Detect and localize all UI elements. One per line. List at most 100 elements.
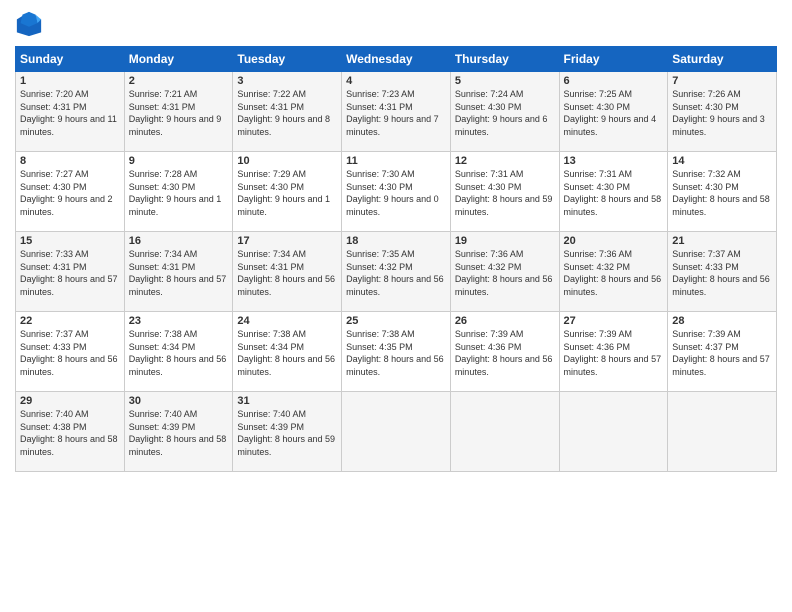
calendar-cell: 22Sunrise: 7:37 AMSunset: 4:33 PMDayligh… (16, 312, 125, 392)
day-info: Sunrise: 7:40 AMSunset: 4:39 PMDaylight:… (129, 408, 229, 458)
calendar-cell: 8Sunrise: 7:27 AMSunset: 4:30 PMDaylight… (16, 152, 125, 232)
calendar-cell: 31Sunrise: 7:40 AMSunset: 4:39 PMDayligh… (233, 392, 342, 472)
header-cell-sunday: Sunday (16, 47, 125, 72)
day-info: Sunrise: 7:32 AMSunset: 4:30 PMDaylight:… (672, 168, 772, 218)
day-number: 27 (564, 315, 664, 327)
day-number: 17 (237, 235, 337, 247)
day-info: Sunrise: 7:31 AMSunset: 4:30 PMDaylight:… (564, 168, 664, 218)
day-info: Sunrise: 7:36 AMSunset: 4:32 PMDaylight:… (455, 248, 555, 298)
calendar-cell: 15Sunrise: 7:33 AMSunset: 4:31 PMDayligh… (16, 232, 125, 312)
day-info: Sunrise: 7:22 AMSunset: 4:31 PMDaylight:… (237, 88, 337, 138)
day-info: Sunrise: 7:37 AMSunset: 4:33 PMDaylight:… (672, 248, 772, 298)
calendar-cell: 19Sunrise: 7:36 AMSunset: 4:32 PMDayligh… (450, 232, 559, 312)
logo-icon (15, 10, 43, 38)
day-number: 19 (455, 235, 555, 247)
header-cell-wednesday: Wednesday (342, 47, 451, 72)
day-info: Sunrise: 7:30 AMSunset: 4:30 PMDaylight:… (346, 168, 446, 218)
calendar-cell: 16Sunrise: 7:34 AMSunset: 4:31 PMDayligh… (124, 232, 233, 312)
day-info: Sunrise: 7:36 AMSunset: 4:32 PMDaylight:… (564, 248, 664, 298)
calendar-cell: 7Sunrise: 7:26 AMSunset: 4:30 PMDaylight… (668, 72, 777, 152)
calendar-cell (450, 392, 559, 472)
day-number: 14 (672, 155, 772, 167)
day-info: Sunrise: 7:29 AMSunset: 4:30 PMDaylight:… (237, 168, 337, 218)
calendar-cell: 24Sunrise: 7:38 AMSunset: 4:34 PMDayligh… (233, 312, 342, 392)
day-number: 15 (20, 235, 120, 247)
header (15, 10, 777, 38)
day-info: Sunrise: 7:35 AMSunset: 4:32 PMDaylight:… (346, 248, 446, 298)
calendar-cell: 21Sunrise: 7:37 AMSunset: 4:33 PMDayligh… (668, 232, 777, 312)
day-number: 7 (672, 75, 772, 87)
day-number: 2 (129, 75, 229, 87)
day-number: 11 (346, 155, 446, 167)
day-info: Sunrise: 7:27 AMSunset: 4:30 PMDaylight:… (20, 168, 120, 218)
day-info: Sunrise: 7:33 AMSunset: 4:31 PMDaylight:… (20, 248, 120, 298)
day-number: 20 (564, 235, 664, 247)
calendar-cell (668, 392, 777, 472)
day-info: Sunrise: 7:38 AMSunset: 4:34 PMDaylight:… (129, 328, 229, 378)
day-number: 25 (346, 315, 446, 327)
calendar-cell: 26Sunrise: 7:39 AMSunset: 4:36 PMDayligh… (450, 312, 559, 392)
day-info: Sunrise: 7:39 AMSunset: 4:37 PMDaylight:… (672, 328, 772, 378)
day-info: Sunrise: 7:38 AMSunset: 4:34 PMDaylight:… (237, 328, 337, 378)
calendar-cell: 6Sunrise: 7:25 AMSunset: 4:30 PMDaylight… (559, 72, 668, 152)
calendar-week-0: 1Sunrise: 7:20 AMSunset: 4:31 PMDaylight… (16, 72, 777, 152)
day-info: Sunrise: 7:37 AMSunset: 4:33 PMDaylight:… (20, 328, 120, 378)
calendar-week-3: 22Sunrise: 7:37 AMSunset: 4:33 PMDayligh… (16, 312, 777, 392)
page: SundayMondayTuesdayWednesdayThursdayFrid… (0, 0, 792, 612)
day-number: 9 (129, 155, 229, 167)
day-info: Sunrise: 7:20 AMSunset: 4:31 PMDaylight:… (20, 88, 120, 138)
day-number: 28 (672, 315, 772, 327)
calendar-week-2: 15Sunrise: 7:33 AMSunset: 4:31 PMDayligh… (16, 232, 777, 312)
calendar-cell: 2Sunrise: 7:21 AMSunset: 4:31 PMDaylight… (124, 72, 233, 152)
calendar-cell: 12Sunrise: 7:31 AMSunset: 4:30 PMDayligh… (450, 152, 559, 232)
day-number: 24 (237, 315, 337, 327)
calendar-cell: 28Sunrise: 7:39 AMSunset: 4:37 PMDayligh… (668, 312, 777, 392)
day-number: 22 (20, 315, 120, 327)
day-number: 31 (237, 395, 337, 407)
day-info: Sunrise: 7:25 AMSunset: 4:30 PMDaylight:… (564, 88, 664, 138)
day-number: 23 (129, 315, 229, 327)
calendar-cell: 14Sunrise: 7:32 AMSunset: 4:30 PMDayligh… (668, 152, 777, 232)
calendar-cell: 13Sunrise: 7:31 AMSunset: 4:30 PMDayligh… (559, 152, 668, 232)
day-info: Sunrise: 7:34 AMSunset: 4:31 PMDaylight:… (129, 248, 229, 298)
day-number: 16 (129, 235, 229, 247)
calendar-cell: 20Sunrise: 7:36 AMSunset: 4:32 PMDayligh… (559, 232, 668, 312)
calendar-cell: 25Sunrise: 7:38 AMSunset: 4:35 PMDayligh… (342, 312, 451, 392)
day-info: Sunrise: 7:40 AMSunset: 4:39 PMDaylight:… (237, 408, 337, 458)
calendar-cell: 11Sunrise: 7:30 AMSunset: 4:30 PMDayligh… (342, 152, 451, 232)
calendar-cell (559, 392, 668, 472)
day-number: 8 (20, 155, 120, 167)
header-cell-saturday: Saturday (668, 47, 777, 72)
day-number: 12 (455, 155, 555, 167)
day-info: Sunrise: 7:21 AMSunset: 4:31 PMDaylight:… (129, 88, 229, 138)
day-info: Sunrise: 7:38 AMSunset: 4:35 PMDaylight:… (346, 328, 446, 378)
day-number: 6 (564, 75, 664, 87)
header-cell-tuesday: Tuesday (233, 47, 342, 72)
day-number: 18 (346, 235, 446, 247)
calendar-cell (342, 392, 451, 472)
calendar-week-4: 29Sunrise: 7:40 AMSunset: 4:38 PMDayligh… (16, 392, 777, 472)
day-info: Sunrise: 7:39 AMSunset: 4:36 PMDaylight:… (455, 328, 555, 378)
logo (15, 10, 47, 38)
calendar-table: SundayMondayTuesdayWednesdayThursdayFrid… (15, 46, 777, 472)
day-info: Sunrise: 7:31 AMSunset: 4:30 PMDaylight:… (455, 168, 555, 218)
day-info: Sunrise: 7:40 AMSunset: 4:38 PMDaylight:… (20, 408, 120, 458)
day-info: Sunrise: 7:39 AMSunset: 4:36 PMDaylight:… (564, 328, 664, 378)
day-info: Sunrise: 7:28 AMSunset: 4:30 PMDaylight:… (129, 168, 229, 218)
header-cell-thursday: Thursday (450, 47, 559, 72)
day-info: Sunrise: 7:23 AMSunset: 4:31 PMDaylight:… (346, 88, 446, 138)
day-info: Sunrise: 7:34 AMSunset: 4:31 PMDaylight:… (237, 248, 337, 298)
header-cell-monday: Monday (124, 47, 233, 72)
day-info: Sunrise: 7:26 AMSunset: 4:30 PMDaylight:… (672, 88, 772, 138)
day-number: 21 (672, 235, 772, 247)
day-number: 1 (20, 75, 120, 87)
calendar-cell: 9Sunrise: 7:28 AMSunset: 4:30 PMDaylight… (124, 152, 233, 232)
header-row: SundayMondayTuesdayWednesdayThursdayFrid… (16, 47, 777, 72)
calendar-cell: 23Sunrise: 7:38 AMSunset: 4:34 PMDayligh… (124, 312, 233, 392)
calendar-cell: 17Sunrise: 7:34 AMSunset: 4:31 PMDayligh… (233, 232, 342, 312)
day-number: 30 (129, 395, 229, 407)
day-number: 4 (346, 75, 446, 87)
calendar-cell: 3Sunrise: 7:22 AMSunset: 4:31 PMDaylight… (233, 72, 342, 152)
day-info: Sunrise: 7:24 AMSunset: 4:30 PMDaylight:… (455, 88, 555, 138)
calendar-cell: 30Sunrise: 7:40 AMSunset: 4:39 PMDayligh… (124, 392, 233, 472)
